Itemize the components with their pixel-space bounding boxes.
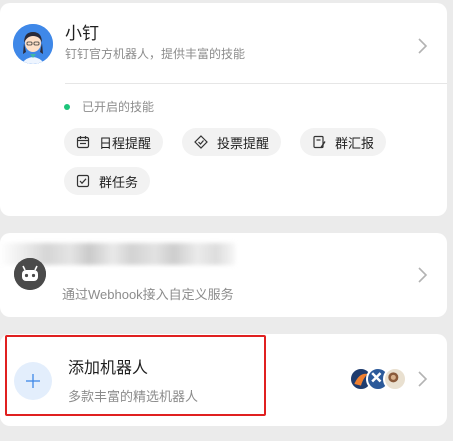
bot-name: 小钉 (65, 24, 99, 43)
add-robot-description: 多款丰富的精选机器人 (68, 389, 199, 404)
chevron-right-icon (418, 267, 428, 283)
webhook-description: 通过Webhook接入自定义服务 (62, 287, 234, 302)
add-robot-card[interactable]: 添加机器人 多款丰富的精选机器人 (0, 334, 447, 426)
xiaoding-avatar (13, 24, 53, 64)
add-robot-title: 添加机器人 (68, 360, 149, 377)
status-dot-icon (64, 103, 70, 110)
plus-icon (26, 374, 40, 388)
skills-section-title: 已开启的技能 (64, 98, 154, 115)
custom-robot-card[interactable]: 通过Webhook接入自定义服务 (0, 233, 447, 317)
robot-avatar-3 (383, 367, 407, 391)
skill-label: 群任务 (99, 174, 139, 190)
skills-title-label: 已开启的技能 (82, 100, 155, 114)
add-robot-button[interactable] (14, 362, 52, 400)
chevron-right-icon (418, 38, 428, 54)
robot-icon (14, 258, 46, 290)
bot-description: 钉钉官方机器人，提供丰富的技能 (65, 47, 246, 61)
bot-card-xiaoding[interactable]: 小钉 钉钉官方机器人，提供丰富的技能 已开启的技能 日程提醒 投票提醒 群汇报 (0, 3, 447, 216)
skill-label: 投票提醒 (217, 135, 270, 151)
calendar-icon (76, 136, 90, 149)
skill-label: 群汇报 (335, 135, 375, 151)
skill-chip-schedule[interactable]: 日程提醒 (64, 128, 164, 156)
chevron-right-icon (418, 371, 428, 387)
skill-chip-task[interactable]: 群任务 (64, 167, 151, 195)
report-icon (313, 135, 326, 149)
task-icon (76, 174, 90, 188)
skill-chip-report[interactable]: 群汇报 (300, 128, 387, 156)
divider (65, 83, 447, 84)
skill-chip-vote[interactable]: 投票提醒 (182, 128, 282, 156)
skill-label: 日程提醒 (99, 135, 152, 151)
vote-icon (194, 135, 208, 149)
